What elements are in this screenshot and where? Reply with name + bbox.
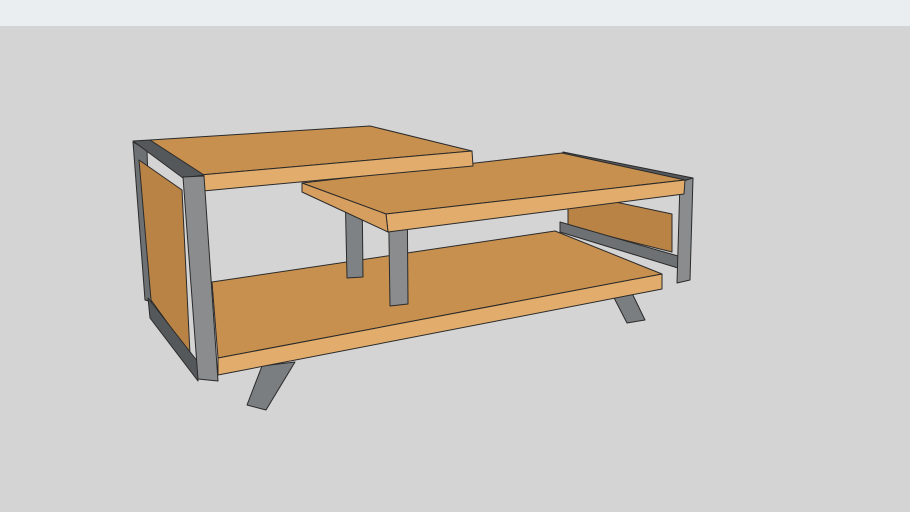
- tv-stand-model[interactable]: [0, 0, 910, 512]
- sketchup-viewport[interactable]: [0, 0, 910, 512]
- left-leg: [246, 361, 296, 411]
